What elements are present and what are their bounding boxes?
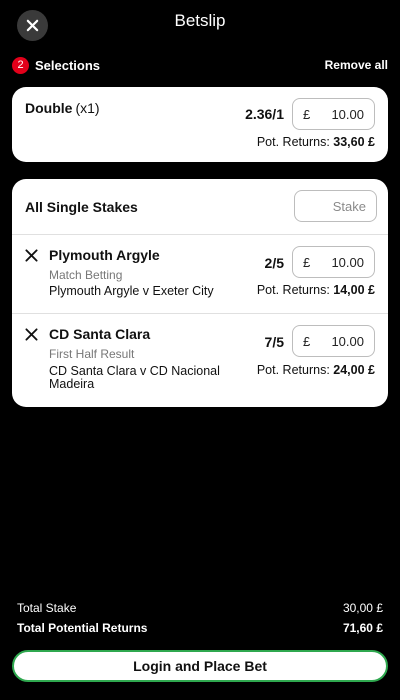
all-singles-stake-input[interactable]: Stake bbox=[294, 190, 377, 222]
totals-section: Total Stake 30,00 £ Total Potential Retu… bbox=[17, 601, 383, 641]
selections-label: Selections bbox=[35, 57, 101, 73]
all-single-stakes-label: All Single Stakes bbox=[25, 199, 138, 215]
remove-all-button[interactable]: Remove all bbox=[325, 58, 388, 72]
stake-amount: 10.00 bbox=[331, 107, 364, 122]
returns-label: Pot. Returns: bbox=[256, 135, 330, 149]
returns-value: 14,00 £ bbox=[333, 283, 375, 297]
selection-team: Plymouth Argyle bbox=[49, 247, 160, 263]
selection-odds: 7/5 bbox=[264, 334, 284, 350]
double-title: Double bbox=[25, 100, 73, 116]
divider bbox=[12, 313, 388, 314]
selection-market: Match Betting bbox=[49, 268, 123, 282]
currency-symbol: £ bbox=[303, 334, 311, 349]
currency-symbol: £ bbox=[303, 255, 311, 270]
stake-amount: 10.00 bbox=[331, 255, 364, 270]
selection-stake-input[interactable]: £ 10.00 bbox=[292, 325, 375, 357]
remove-selection-icon[interactable] bbox=[25, 249, 38, 262]
total-stake-row: Total Stake 30,00 £ bbox=[17, 601, 383, 621]
divider bbox=[12, 234, 388, 235]
double-stake-input[interactable]: £ 10.00 bbox=[292, 98, 375, 130]
page-title: Betslip bbox=[174, 11, 226, 30]
double-multiplier: (x1) bbox=[75, 100, 100, 116]
selection-event: Plymouth Argyle v Exeter City bbox=[49, 284, 214, 298]
selection-market: First Half Result bbox=[49, 347, 135, 361]
total-returns-label: Total Potential Returns bbox=[17, 621, 148, 635]
double-label: Double (x1) bbox=[25, 100, 100, 116]
returns-value: 33,60 £ bbox=[333, 135, 375, 149]
selections-bar: 2 Selections Remove all bbox=[12, 56, 388, 74]
login-and-place-bet-button[interactable]: Login and Place Bet bbox=[12, 650, 388, 682]
double-returns: Pot. Returns: 33,60 £ bbox=[257, 135, 375, 149]
stake-amount: 10.00 bbox=[331, 334, 364, 349]
selection-returns: Pot. Returns: 14,00 £ bbox=[257, 283, 375, 297]
double-bet-card: Double (x1) 2.36/1 £ 10.00 Pot. Returns: … bbox=[12, 87, 388, 162]
remove-selection-icon[interactable] bbox=[25, 328, 38, 341]
selection-stake-input[interactable]: £ 10.00 bbox=[292, 246, 375, 278]
returns-label: Pot. Returns: bbox=[256, 363, 330, 377]
returns-label: Pot. Returns: bbox=[256, 283, 330, 297]
selection-team: CD Santa Clara bbox=[49, 326, 151, 342]
singles-card: All Single Stakes Stake Plymouth Argyle … bbox=[12, 179, 388, 407]
header: Betslip bbox=[0, 0, 400, 48]
selections-count-badge: 2 bbox=[12, 56, 29, 74]
double-odds: 2.36/1 bbox=[245, 106, 284, 122]
currency-symbol: £ bbox=[303, 107, 311, 122]
total-returns-value: 71,60 £ bbox=[342, 621, 383, 635]
total-returns-row: Total Potential Returns 71,60 £ bbox=[17, 621, 383, 641]
returns-value: 24,00 £ bbox=[333, 363, 375, 377]
total-stake-label: Total Stake bbox=[17, 601, 77, 615]
selection-returns: Pot. Returns: 24,00 £ bbox=[257, 363, 375, 377]
total-stake-value: 30,00 £ bbox=[342, 601, 383, 615]
selection-event: CD Santa Clara v CD Nacional Madeira bbox=[49, 364, 220, 391]
selection-odds: 2/5 bbox=[264, 255, 284, 271]
